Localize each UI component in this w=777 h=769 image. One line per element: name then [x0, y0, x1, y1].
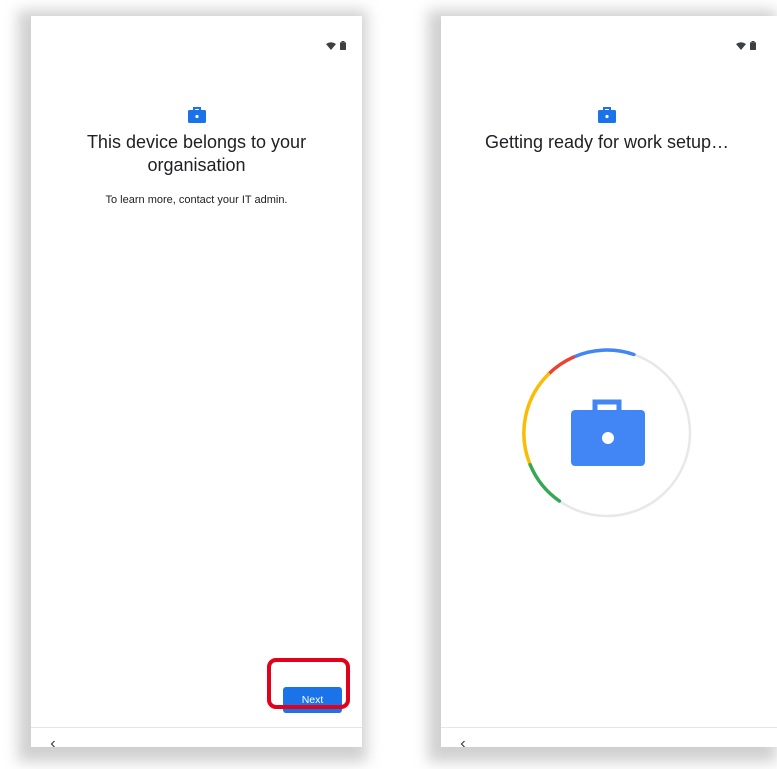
- page-title-line-1: This device belongs to your: [86, 132, 307, 152]
- wifi-icon: [736, 41, 746, 50]
- nav-divider: [441, 727, 777, 728]
- left-phone-screen: This device belongs to your organisation…: [31, 16, 362, 747]
- nav-divider: [31, 727, 362, 728]
- briefcase-icon: [571, 399, 645, 466]
- status-bar: [31, 16, 362, 56]
- briefcase-icon: [187, 107, 206, 123]
- next-button-highlight: [267, 658, 350, 709]
- page-title: This device belongs to your organisation: [31, 131, 362, 177]
- progress-arc-green: [528, 463, 562, 503]
- progress-arc-red: [546, 355, 575, 377]
- battery-icon: [340, 41, 346, 50]
- progress-ring: [522, 348, 692, 518]
- chevron-left-icon[interactable]: [458, 738, 468, 747]
- status-icons: [326, 41, 346, 50]
- status-bar: [441, 16, 777, 56]
- status-icons: [736, 41, 756, 50]
- progress-arc-blue: [571, 348, 636, 359]
- page-subtitle: To learn more, contact your IT admin.: [105, 194, 288, 206]
- wifi-icon: [326, 41, 336, 50]
- right-phone-screen: Getting ready for work setup…: [441, 16, 777, 747]
- screenshot-stage: This device belongs to your organisation…: [0, 0, 777, 769]
- page-title: Getting ready for work setup…: [484, 132, 730, 152]
- progress-arc-yellow: [522, 372, 551, 467]
- chevron-left-icon[interactable]: [48, 738, 58, 747]
- briefcase-icon: [598, 107, 616, 123]
- battery-icon: [750, 41, 756, 50]
- page-title-line-2: organisation: [147, 155, 246, 175]
